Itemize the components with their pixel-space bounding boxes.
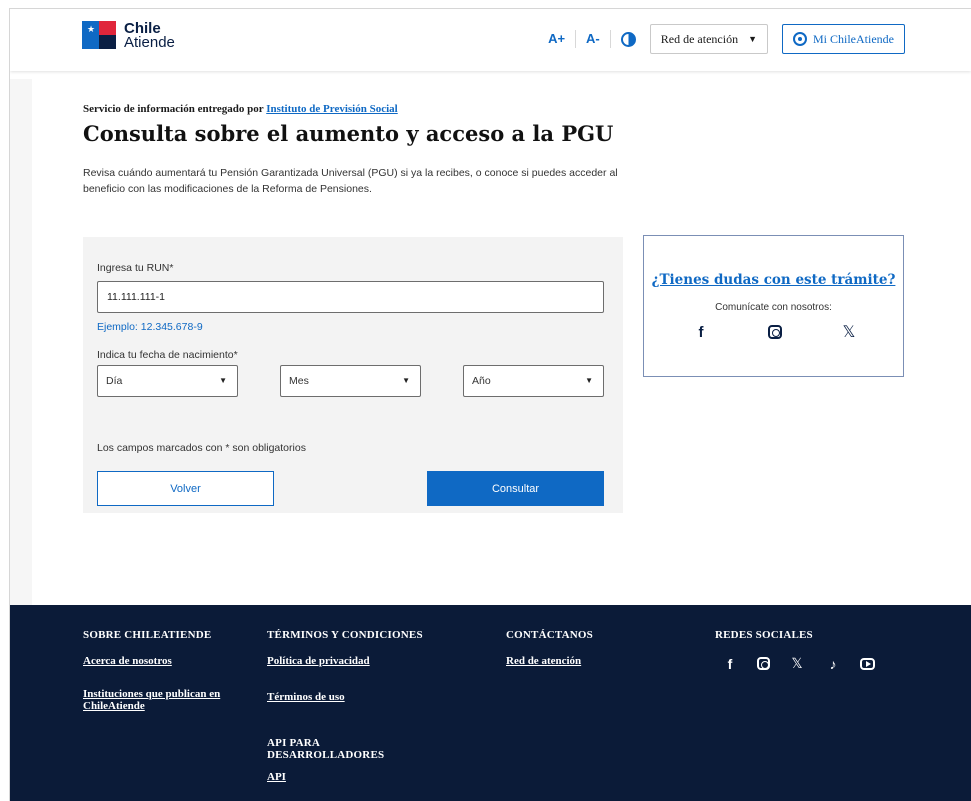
mi-chileatiende-label: Mi ChileAtiende <box>813 31 894 46</box>
help-social-icons: f 𝕏 <box>690 322 860 342</box>
facebook-icon[interactable]: f <box>690 324 712 341</box>
footer-link-institutions-line2: ChileAtiende <box>83 700 145 712</box>
logo-text-atiende: Atiende <box>124 34 175 51</box>
caret-down-icon: ▼ <box>402 376 410 385</box>
x-icon[interactable]: 𝕏 <box>838 322 860 342</box>
site-footer: SOBRE CHILEATIENDE Acerca de nosotros In… <box>10 605 971 801</box>
help-subtitle: Comunícate con nosotros: <box>715 302 832 313</box>
contrast-toggle-icon[interactable] <box>620 31 636 47</box>
mi-chileatiende-button[interactable]: Mi ChileAtiende <box>782 24 905 54</box>
footer-heading-contact: CONTÁCTANOS <box>506 629 593 641</box>
network-dropdown-label: Red de atención <box>660 31 739 46</box>
provider-line: Servicio de información entregado por In… <box>83 103 398 115</box>
browser-page: ★ Chile Atiende A+ A- Red de atención ▼ … <box>9 8 971 801</box>
header-tools: A+ A- Red de atención ▼ Mi ChileAtiende <box>538 24 905 54</box>
site-header: ★ Chile Atiende A+ A- Red de atención ▼ … <box>10 9 971 71</box>
footer-heading-api: API PARA DESARROLLADORES <box>267 737 384 761</box>
caret-down-icon: ▼ <box>585 376 593 385</box>
footer-heading-social: REDES SOCIALES <box>715 629 813 641</box>
instagram-icon[interactable] <box>768 325 782 339</box>
footer-heading-terms: TÉRMINOS Y CONDICIONES <box>267 629 423 641</box>
chileatiende-logo[interactable]: ★ Chile Atiende <box>82 21 175 51</box>
footer-link-about-us[interactable]: Acerca de nosotros <box>83 655 172 667</box>
footer-link-network[interactable]: Red de atención <box>506 655 581 667</box>
page-title: Consulta sobre el aumento y acceso a la … <box>83 121 614 146</box>
run-hint: Ejemplo: 12.345.678-9 <box>97 321 203 333</box>
help-title-link[interactable]: ¿Tienes dudas con este trámite? <box>644 272 903 288</box>
footer-heading-api-line1: API PARA <box>267 737 321 749</box>
instagram-icon[interactable] <box>757 657 770 670</box>
footer-link-privacy[interactable]: Política de privacidad <box>267 655 370 667</box>
caret-down-icon: ▼ <box>219 376 227 385</box>
divider <box>609 30 611 48</box>
provider-link[interactable]: Instituto de Previsión Social <box>266 103 398 115</box>
submit-button[interactable]: Consultar <box>427 471 604 506</box>
x-icon[interactable]: 𝕏 <box>788 655 806 672</box>
run-label: Ingresa tu RUN* <box>97 262 174 274</box>
birthdate-label: Indica tu fecha de nacimiento* <box>97 349 238 361</box>
user-icon <box>793 32 807 46</box>
footer-heading-about: SOBRE CHILEATIENDE <box>83 629 212 641</box>
footer-link-api[interactable]: API <box>267 771 286 783</box>
help-box: ¿Tienes dudas con este trámite? Comuníca… <box>643 235 904 377</box>
required-fields-note: Los campos marcados con * son obligatori… <box>97 442 306 454</box>
day-select[interactable]: Día ▼ <box>97 365 238 397</box>
year-select-value: Año <box>472 375 491 387</box>
month-select-value: Mes <box>289 375 309 387</box>
month-select[interactable]: Mes ▼ <box>280 365 421 397</box>
font-increase-button[interactable]: A+ <box>538 28 575 50</box>
run-input[interactable]: 11.111.111-1 <box>97 281 604 313</box>
query-form: Ingresa tu RUN* 11.111.111-1 Ejemplo: 12… <box>83 237 623 513</box>
provider-prefix: Servicio de información entregado por <box>83 103 264 115</box>
footer-link-institutions-line1: Instituciones que publican en <box>83 688 221 700</box>
footer-link-institutions[interactable]: Instituciones que publican en ChileAtien… <box>83 688 220 712</box>
footer-social-icons: f 𝕏 ♪ <box>721 655 875 672</box>
caret-down-icon: ▼ <box>748 34 757 44</box>
logo-mark-icon: ★ <box>82 21 118 51</box>
font-decrease-button[interactable]: A- <box>576 28 610 50</box>
footer-heading-api-line2: DESARROLLADORES <box>267 749 385 761</box>
page-description: Revisa cuándo aumentará tu Pensión Garan… <box>83 167 618 195</box>
youtube-icon[interactable] <box>860 657 875 670</box>
year-select[interactable]: Año ▼ <box>463 365 604 397</box>
back-button[interactable]: Volver <box>97 471 274 506</box>
network-dropdown[interactable]: Red de atención ▼ <box>649 24 768 54</box>
footer-link-terms-of-use[interactable]: Términos de uso <box>267 691 345 703</box>
facebook-icon[interactable]: f <box>721 656 739 672</box>
day-select-value: Día <box>106 375 123 387</box>
tiktok-icon[interactable]: ♪ <box>824 656 842 672</box>
